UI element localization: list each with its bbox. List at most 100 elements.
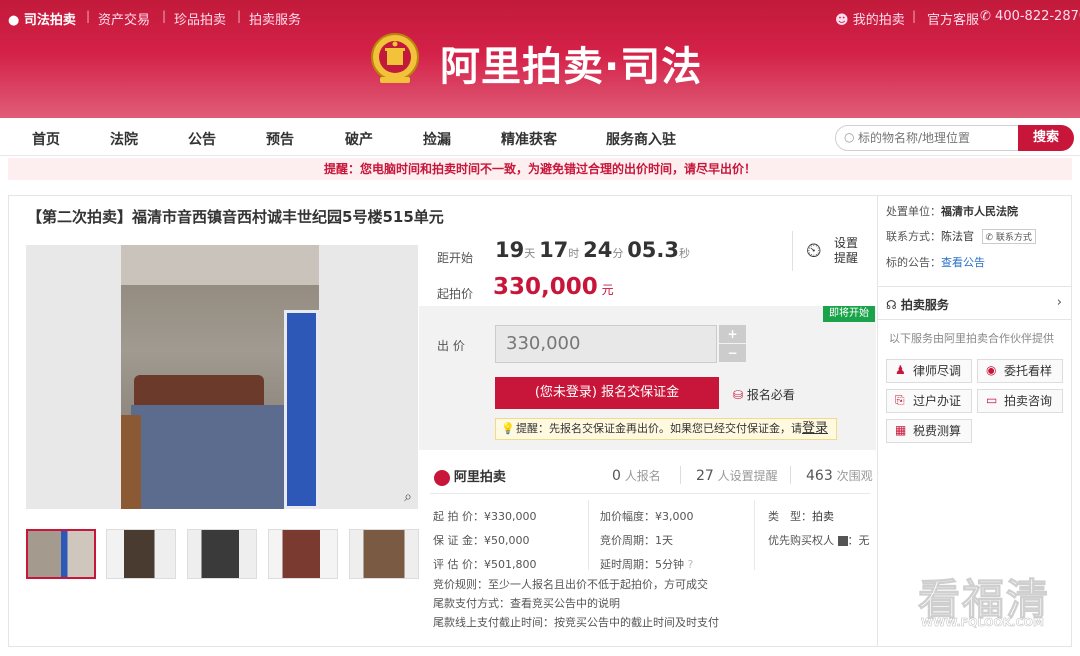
customer-service-link[interactable]: 官方客服: [927, 9, 979, 28]
nav-leads[interactable]: 精准获客: [501, 129, 557, 149]
service-tax[interactable]: ▦ 税费测算: [886, 419, 972, 443]
countdown-hours: 17: [539, 238, 569, 262]
thumbnail[interactable]: [349, 529, 419, 579]
service-desc: 以下服务由阿里拍卖合作伙伴提供: [889, 332, 1054, 345]
my-auction-link[interactable]: ☻ 我的拍卖: [835, 9, 905, 28]
top-link-treasures[interactable]: 珍品拍卖: [174, 9, 226, 28]
help-icon[interactable]: ?: [688, 558, 694, 571]
main-image[interactable]: ⌕: [26, 245, 418, 509]
tip-login-link[interactable]: 登录: [802, 421, 828, 436]
info-icon[interactable]: [837, 536, 848, 546]
site-name: 司法拍卖: [23, 13, 76, 28]
announcement-link[interactable]: 查看公告: [941, 256, 985, 269]
court-unit: 处置单位：福清市人民法院: [886, 203, 1018, 219]
headset-icon: ☊: [886, 298, 897, 312]
contact: 联系方式：陈法官 ✆ 联系方式: [886, 228, 1036, 244]
bulb-icon: 💡: [501, 422, 515, 435]
thumbnail[interactable]: [268, 529, 338, 579]
brand-title: 阿里拍卖·司法: [440, 44, 703, 90]
reminder-stat-label: 人设置提醒: [717, 469, 778, 483]
divider: |: [86, 9, 91, 23]
bid-input[interactable]: 330,000: [495, 325, 717, 363]
bid-label: 出 价: [437, 339, 465, 353]
service-label: 委托看样: [1004, 364, 1053, 378]
reminder-button[interactable]: ⏲ 设置提醒: [806, 236, 866, 268]
detail-appraisal: 评 估 价：¥501,800: [433, 558, 537, 571]
service-lawyer[interactable]: ♟ 律师尽调: [886, 359, 972, 383]
nav-court[interactable]: 法院: [110, 129, 138, 149]
time-warning: 提醒：您电脑时间和拍卖时间不一致，为避免错过合理的出价时间，请尽早出价！: [8, 158, 1072, 180]
detail-priority-row: 优先购买权人 ：无: [768, 534, 870, 547]
start-price-label: 起拍价: [437, 287, 474, 301]
lawyer-icon: ♟: [895, 363, 906, 377]
countdown-minutes-unit: 分: [612, 247, 624, 260]
details-col-1: 起 拍 价：¥330,000 保 证 金：¥50,000 评 估 价：¥501,…: [433, 505, 536, 577]
site-logo-link[interactable]: ● 司法拍卖: [8, 9, 76, 28]
coin-icon: ⛁: [733, 388, 744, 402]
contact-button-label: 联系方式: [995, 233, 1032, 243]
increase-button[interactable]: +: [719, 325, 746, 343]
chat-icon: ▭: [986, 393, 998, 407]
item-title: 【第二次拍卖】福清市音西镇音西村诚丰世纪园5号楼515单元: [27, 208, 444, 226]
detail-start-price: 起 拍 价：¥330,000: [433, 510, 537, 523]
user-icon: ☻: [835, 13, 849, 28]
nav-bargain[interactable]: 捡漏: [423, 129, 451, 149]
thumbnail[interactable]: [187, 529, 257, 579]
top-link-assets[interactable]: 资产交易: [98, 9, 150, 28]
document-icon: ⎘: [895, 393, 905, 407]
service-viewing[interactable]: ◉ 委托看样: [977, 359, 1063, 383]
detail-priority-label: 优先购买权人: [768, 534, 834, 547]
nav-preview[interactable]: 预告: [266, 129, 294, 149]
service-header[interactable]: ☊ 拍卖服务 ›: [878, 286, 1072, 320]
detail-cycle: 竞价周期：1天: [600, 534, 673, 547]
registered-label: 人报名: [624, 469, 661, 483]
thumbnail[interactable]: [106, 529, 176, 579]
must-read-link[interactable]: ⛁ 报名必看: [733, 386, 795, 403]
search-icon: ○: [844, 130, 855, 144]
top-banner: ● 司法拍卖 | 资产交易 | 珍品拍卖 | 拍卖服务 ☻ 我的拍卖 | 官方客…: [0, 0, 1080, 118]
detail-type-row: 类 型：拍卖: [768, 505, 870, 529]
countdown-seconds-unit: 秒: [679, 247, 691, 260]
service-transfer[interactable]: ⎘ 过户办证: [886, 389, 972, 413]
phone-icon: ✆: [980, 9, 991, 24]
decrease-button[interactable]: −: [719, 344, 746, 362]
registered-stat: 0 人报名: [612, 467, 661, 484]
court-emblem-icon: [371, 33, 419, 83]
service-consult[interactable]: ▭ 拍卖咨询: [977, 389, 1063, 413]
chevron-right-icon: ›: [1056, 295, 1062, 310]
detail-delay: 延时周期：5分钟: [600, 558, 684, 571]
top-link-services[interactable]: 拍卖服务: [249, 9, 301, 28]
zoom-icon[interactable]: ⌕: [404, 489, 412, 505]
announcement: 标的公告：查看公告: [886, 254, 985, 270]
divider: |: [162, 9, 167, 23]
nav-announcement[interactable]: 公告: [188, 129, 216, 149]
divider: |: [912, 9, 917, 23]
divider: [680, 466, 681, 484]
thumbnail[interactable]: [26, 529, 96, 579]
nav-home[interactable]: 首页: [32, 129, 60, 149]
ali-logo-text: 阿里拍卖: [453, 470, 506, 485]
my-auction-label: 我的拍卖: [852, 13, 905, 28]
detail-deadline: 尾款线上支付截止时间：按竞买公告中的截止时间及时支付: [433, 616, 719, 629]
reminder-count: 27: [696, 468, 714, 484]
views-label: 次围观: [836, 469, 873, 483]
countdown-minutes: 24: [583, 238, 613, 262]
countdown-seconds: 05.3: [627, 238, 680, 262]
service-label: 税费测算: [913, 424, 962, 438]
court-unit-value[interactable]: 福清市人民法院: [941, 205, 1018, 218]
detail-payment: 尾款支付方式：查看竞买公告中的说明: [433, 597, 620, 610]
service-title: 拍卖服务: [900, 298, 949, 312]
contact-button[interactable]: ✆ 联系方式: [981, 229, 1036, 244]
nav-bankruptcy[interactable]: 破产: [345, 129, 373, 149]
search-input[interactable]: [858, 130, 1013, 146]
views-count: 463: [806, 468, 833, 484]
register-deposit-button[interactable]: (您未登录) 报名交保证金: [495, 377, 719, 409]
views-stat: 463 次围观: [806, 467, 873, 484]
search-button[interactable]: 搜索: [1018, 125, 1074, 151]
calculator-icon: ▦: [895, 423, 907, 437]
divider: [588, 500, 589, 570]
nav-provider[interactable]: 服务商入驻: [606, 129, 676, 149]
must-read-label: 报名必看: [746, 388, 795, 402]
contact-label: 联系方式：: [886, 230, 941, 243]
registered-count: 0: [612, 468, 621, 484]
